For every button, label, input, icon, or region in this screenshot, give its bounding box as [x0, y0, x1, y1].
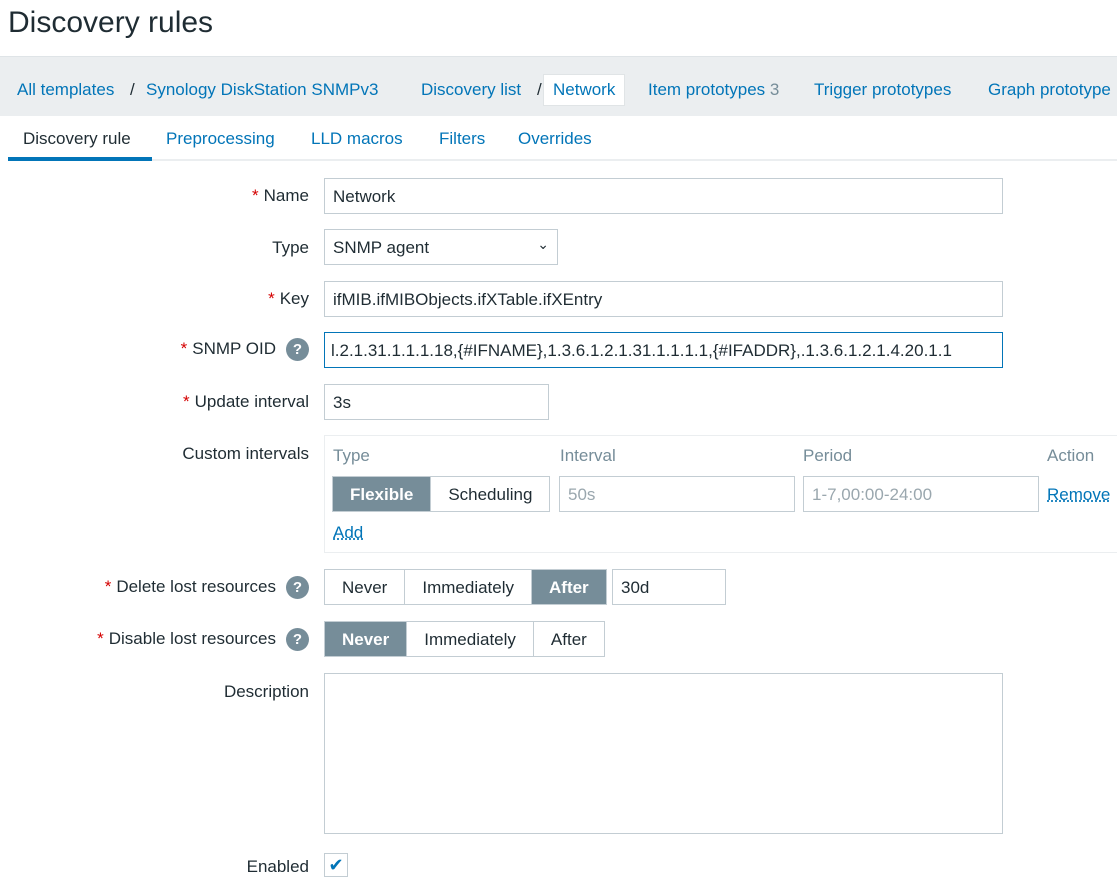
oid-label: * SNMP OID?	[181, 338, 309, 361]
chevron-down-icon: ⌄	[537, 236, 549, 252]
enabled-label: Enabled	[246, 857, 309, 876]
tab-discovery-rule[interactable]: Discovery rule	[23, 129, 131, 149]
name-label: * Name	[252, 186, 309, 205]
tab-filters[interactable]: Filters	[439, 129, 485, 149]
tab-preprocessing[interactable]: Preprocessing	[166, 129, 275, 149]
col-interval: Interval	[560, 446, 616, 465]
update-interval-input[interactable]: 3s	[324, 384, 549, 420]
delete-after-input[interactable]: 30d	[612, 569, 726, 605]
disable-lost-label: * Disable lost resources?	[97, 628, 309, 651]
help-icon[interactable]: ?	[286, 338, 309, 361]
col-type: Type	[333, 446, 370, 465]
bc-all-templates[interactable]: All templates	[17, 80, 114, 100]
delete-never[interactable]: Never	[325, 570, 406, 604]
bc-trigger-prototypes[interactable]: Trigger prototypes	[814, 80, 951, 100]
enabled-checkbox[interactable]: ✔	[324, 853, 348, 877]
bc-sep: /	[130, 80, 135, 99]
help-icon[interactable]: ?	[286, 628, 309, 651]
bc-item-prototypes[interactable]: Item prototypes 3	[648, 80, 779, 100]
tab-overrides[interactable]: Overrides	[518, 129, 592, 149]
add-link[interactable]: Add	[333, 523, 363, 543]
name-input[interactable]: Network	[324, 178, 1003, 214]
disable-after[interactable]: After	[533, 622, 604, 656]
remove-link[interactable]: Remove	[1047, 485, 1110, 505]
delete-lost-toggle: Never Immediately After	[324, 569, 607, 605]
disable-never[interactable]: Never	[325, 622, 408, 656]
disable-immediately[interactable]: Immediately	[407, 622, 534, 656]
tabs: Discovery rule Preprocessing LLD macros …	[8, 116, 1117, 161]
type-select[interactable]: SNMP agent ⌄	[324, 229, 558, 265]
flexible-option[interactable]: Flexible	[333, 477, 432, 511]
key-label: * Key	[268, 289, 309, 308]
bc-graph-prototypes[interactable]: Graph prototype	[988, 80, 1111, 100]
interval-type-toggle: Flexible Scheduling	[332, 476, 551, 512]
bc-template[interactable]: Synology DiskStation SNMPv3	[146, 80, 378, 100]
custom-intervals-label: Custom intervals	[182, 444, 309, 463]
checkmark-icon: ✔	[328, 855, 344, 875]
bc-current[interactable]: Network	[543, 74, 626, 106]
key-input[interactable]: ifMIB.ifMIBObjects.ifXTable.ifXEntry	[324, 281, 1003, 317]
disable-lost-toggle: Never Immediately After	[324, 621, 605, 657]
help-icon[interactable]: ?	[286, 576, 309, 599]
interval-input[interactable]: 50s	[559, 476, 795, 512]
description-label: Description	[223, 682, 309, 701]
item-prototypes-label: Item prototypes	[648, 80, 766, 99]
custom-intervals-table: Type Interval Period Action Flexible Sch…	[324, 435, 1117, 553]
bc-sep: /	[537, 80, 542, 99]
delete-immediately[interactable]: Immediately	[405, 570, 532, 604]
tab-lld-macros[interactable]: LLD macros	[311, 129, 403, 149]
page-title: Discovery rules	[8, 6, 214, 39]
type-label: Type	[272, 238, 309, 257]
col-action: Action	[1047, 446, 1095, 465]
delete-lost-label: * Delete lost resources?	[105, 576, 309, 599]
oid-input[interactable]: l.2.1.31.1.1.1.18,{#IFNAME},1.3.6.1.2.1.…	[324, 332, 1003, 368]
period-input[interactable]: 1-7,00:00-24:00	[803, 476, 1039, 512]
col-period: Period	[803, 446, 853, 465]
delete-after[interactable]: After	[532, 570, 606, 604]
breadcrumb: All templates / Synology DiskStation SNM…	[0, 56, 1117, 116]
description-textarea[interactable]	[324, 673, 1003, 834]
bc-discovery-list[interactable]: Discovery list	[421, 80, 521, 100]
active-tab-indicator	[8, 157, 152, 161]
scheduling-option[interactable]: Scheduling	[431, 477, 550, 511]
update-label: * Update interval	[183, 392, 309, 411]
item-count: 3	[769, 80, 780, 99]
